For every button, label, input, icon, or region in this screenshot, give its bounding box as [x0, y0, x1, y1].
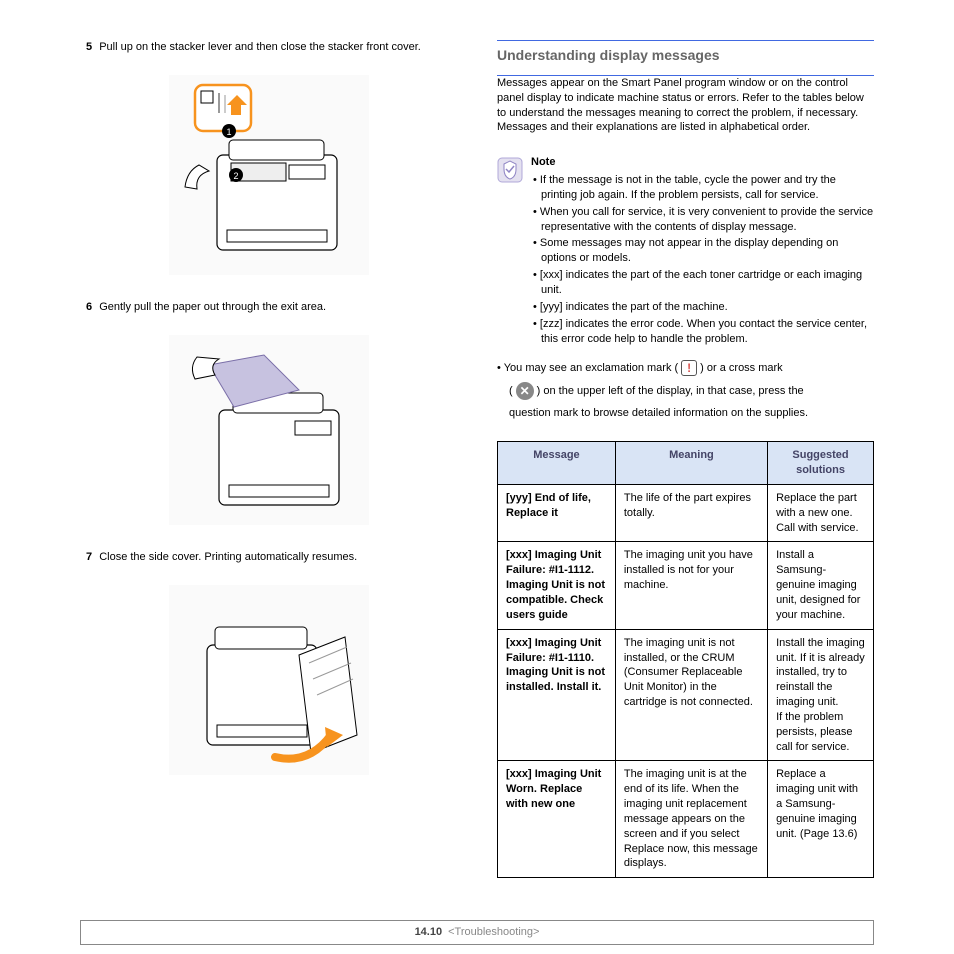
figure-pull-paper	[169, 335, 369, 525]
mark-text-d: ) on the upper left of the display, in t…	[537, 384, 804, 399]
footer-section: <Troubleshooting>	[448, 925, 539, 940]
col-header-meaning: Meaning	[615, 442, 767, 485]
page-number: 14.10	[415, 925, 443, 940]
note-item: Some messages may not appear in the disp…	[531, 236, 874, 266]
cell-message: [yyy] End of life, Replace it	[498, 484, 616, 542]
mark-line-1: • You may see an exclamation mark ( ! ) …	[497, 360, 874, 376]
step-7-text: Close the side cover. Printing automatic…	[99, 551, 357, 563]
cell-meaning: The imaging unit is at the end of its li…	[615, 761, 767, 878]
figure-stacker-lever: 1 2	[169, 75, 369, 275]
col-header-message: Message	[498, 442, 616, 485]
section-heading: Understanding display messages	[497, 46, 874, 65]
note-item: When you call for service, it is very co…	[531, 205, 874, 235]
cell-solution: Replace a imaging unit with a Samsung-ge…	[768, 761, 874, 878]
step-6-text: Gently pull the paper out through the ex…	[99, 301, 326, 313]
svg-text:1: 1	[226, 127, 231, 137]
step-5-number: 5	[86, 41, 92, 53]
note-list: If the message is not in the table, cycl…	[531, 173, 874, 346]
step-5: 5 Pull up on the stacker lever and then …	[98, 40, 457, 55]
note-item: [zzz] indicates the error code. When you…	[531, 317, 874, 347]
step-7-number: 7	[86, 551, 92, 563]
section-rule-top	[497, 40, 874, 41]
table-row: [yyy] End of life, Replace it The life o…	[498, 484, 874, 542]
table-row: [xxx] Imaging Unit Failure: #I1-1110. Im…	[498, 629, 874, 761]
table-row: [xxx] Imaging Unit Failure: #I1-1112. Im…	[498, 542, 874, 629]
exclamation-mark-icon: !	[681, 360, 697, 376]
cell-message: [xxx] Imaging Unit Failure: #I1-1110. Im…	[498, 629, 616, 761]
mark-text-b: ) or a cross mark	[700, 361, 783, 376]
cell-solution: Install a Samsung-genuine imaging unit, …	[768, 542, 874, 629]
note-body: Note If the message is not in the table,…	[531, 155, 874, 348]
step-7: 7 Close the side cover. Printing automat…	[98, 550, 457, 565]
note-item: [yyy] indicates the part of the machine.	[531, 300, 874, 315]
table-header-row: Message Meaning Suggested solutions	[498, 442, 874, 485]
note-label: Note	[531, 155, 874, 170]
table-row: [xxx] Imaging Unit Worn. Replace with ne…	[498, 761, 874, 878]
mark-line-3: question mark to browse detailed informa…	[509, 406, 874, 421]
intro-paragraph: Messages appear on the Smart Panel progr…	[497, 76, 874, 135]
cell-message: [xxx] Imaging Unit Failure: #I1-1112. Im…	[498, 542, 616, 629]
right-column: Understanding display messages Messages …	[497, 40, 874, 910]
cell-meaning: The imaging unit is not installed, or th…	[615, 629, 767, 761]
messages-table: Message Meaning Suggested solutions [yyy…	[497, 441, 874, 878]
col-header-solution: Suggested solutions	[768, 442, 874, 485]
note-icon	[497, 157, 523, 183]
figure-close-cover	[169, 585, 369, 775]
step-5-text: Pull up on the stacker lever and then cl…	[99, 41, 421, 53]
note-block: Note If the message is not in the table,…	[497, 155, 874, 348]
step-6: 6 Gently pull the paper out through the …	[98, 300, 457, 315]
cell-solution: Install the imaging unit. If it is alrea…	[768, 629, 874, 761]
cell-meaning: The imaging unit you have installed is n…	[615, 542, 767, 629]
note-item: If the message is not in the table, cycl…	[531, 173, 874, 203]
note-item: [xxx] indicates the part of the each ton…	[531, 268, 874, 298]
page-footer: 14.10 <Troubleshooting>	[80, 920, 874, 945]
cell-message: [xxx] Imaging Unit Worn. Replace with ne…	[498, 761, 616, 878]
mark-text-c: (	[509, 384, 513, 399]
cell-meaning: The life of the part expires totally.	[615, 484, 767, 542]
cross-mark-icon: ✕	[516, 382, 534, 400]
left-column: 5 Pull up on the stacker lever and then …	[80, 40, 457, 910]
cell-solution: Replace the part with a new one. Call wi…	[768, 484, 874, 542]
mark-text-a: • You may see an exclamation mark (	[497, 361, 678, 376]
step-6-number: 6	[86, 301, 92, 313]
svg-text:2: 2	[233, 171, 238, 181]
mark-line-2: ( ✕ ) on the upper left of the display, …	[509, 382, 874, 400]
